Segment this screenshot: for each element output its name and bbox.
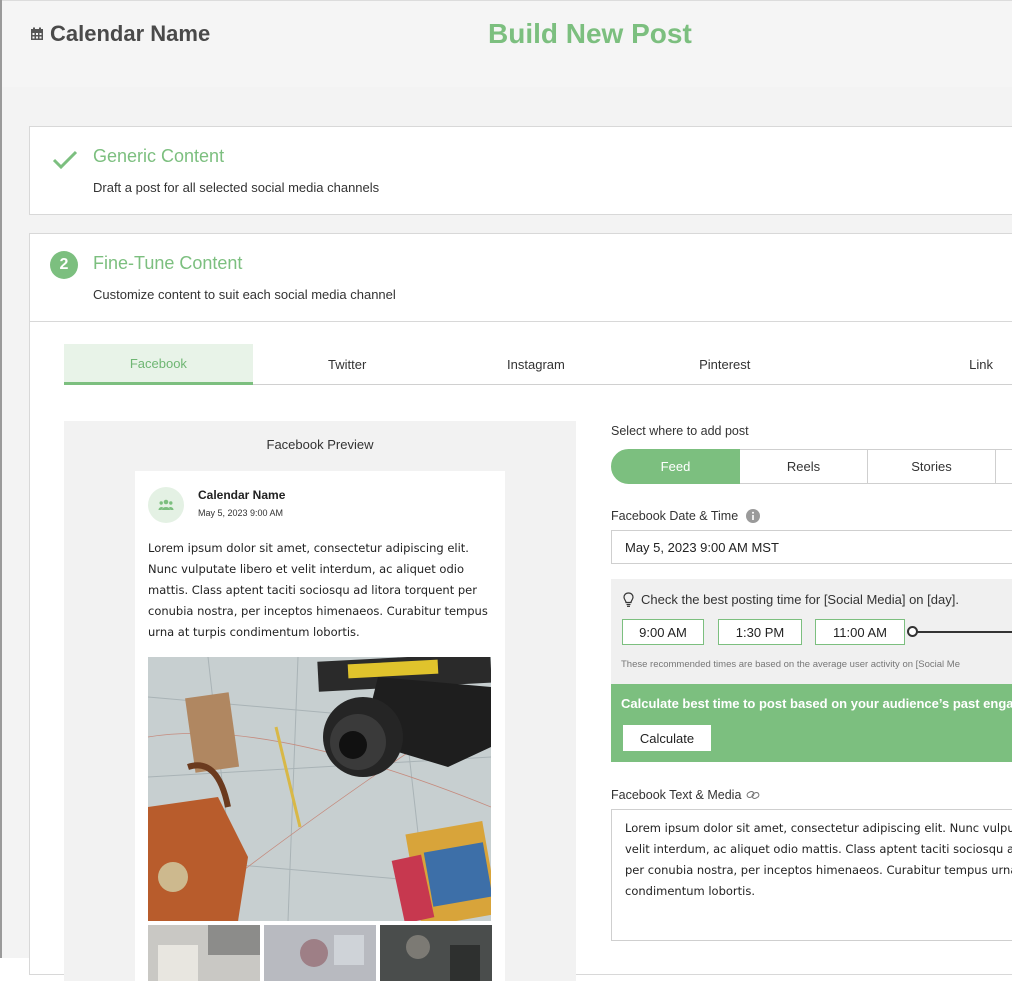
time-chip[interactable]: 9:00 AM	[622, 619, 704, 645]
datetime-label: Facebook Date & Time	[611, 509, 739, 523]
placement-reels-button[interactable]: Reels	[740, 449, 868, 484]
post-date: May 5, 2023 9:00 AM	[198, 508, 284, 518]
time-slider-track[interactable]	[911, 631, 1012, 633]
lightbulb-icon	[623, 592, 634, 607]
tab-twitter[interactable]: Twitter	[253, 344, 442, 384]
tab-linkedin[interactable]: Link	[819, 344, 1012, 384]
calendar-name: Calendar Name	[30, 21, 210, 47]
placement-feed-button[interactable]: Feed	[611, 449, 740, 484]
best-time-note: These recommended times are based on the…	[621, 659, 961, 670]
header-bar: Calendar Name Build New Post	[2, 0, 1012, 88]
tab-pinterest[interactable]: Pinterest	[630, 344, 819, 384]
step-description: Draft a post for all selected social med…	[93, 180, 380, 195]
time-chip[interactable]: 11:00 AM	[815, 619, 905, 645]
post-thumbnail	[264, 925, 376, 981]
time-chip[interactable]: 1:30 PM	[718, 619, 802, 645]
info-icon[interactable]	[746, 509, 761, 523]
best-time-panel: Check the best posting time for [Social …	[611, 579, 1012, 684]
placement-stories-button[interactable]: Stories	[868, 449, 996, 484]
calculate-button[interactable]: Calculate	[623, 725, 711, 751]
placement-selector: Feed Reels Stories	[611, 449, 1012, 484]
tab-facebook[interactable]: Facebook	[64, 344, 253, 385]
step-description: Customize content to suit each social me…	[93, 287, 396, 302]
checkmark-icon	[52, 150, 78, 170]
link-icon[interactable]	[746, 790, 760, 800]
best-time-question: Check the best posting time for [Social …	[641, 592, 959, 607]
post-body-text: Lorem ipsum dolor sit amet, consectetur …	[148, 541, 488, 639]
datetime-label-row: Facebook Date & Time	[611, 509, 761, 523]
step-number-badge: 2	[50, 251, 78, 279]
post-thumbnail	[380, 925, 492, 981]
text-line: Lorem ipsum dolor sit amet, consectetur …	[625, 821, 1012, 835]
post-thumbnail	[148, 925, 260, 981]
text-line: velit interdum, ac aliquet odio mattis. …	[625, 842, 1012, 856]
step-generic-content[interactable]: Generic Content Draft a post for all sel…	[29, 126, 1012, 215]
step-title: Generic Content	[93, 146, 225, 166]
calendar-icon	[31, 27, 43, 40]
step-title: Fine-Tune Content	[93, 253, 243, 273]
calculate-description: Calculate best time to post based on you…	[621, 696, 1012, 711]
text-line: condimentum lobortis.	[625, 884, 756, 898]
post-preview-card: Calendar Name May 5, 2023 9:00 AM Lorem …	[135, 471, 505, 981]
divider	[30, 321, 1012, 322]
channel-tabs: Facebook Twitter Instagram Pinterest Lin…	[64, 344, 1012, 385]
group-icon	[158, 499, 174, 510]
preview-title: Facebook Preview	[266, 437, 374, 452]
avatar	[148, 487, 184, 523]
post-main-photo	[148, 657, 491, 921]
time-slider-handle[interactable]	[907, 626, 918, 637]
post-author-name: Calendar Name	[198, 488, 286, 502]
text-media-textarea[interactable]: Lorem ipsum dolor sit amet, consectetur …	[611, 809, 1012, 941]
datetime-input[interactable]: May 5, 2023 9:00 AM MST	[611, 530, 1012, 564]
placement-label: Select where to add post	[611, 424, 749, 438]
calculate-panel: Calculate best time to post based on you…	[611, 684, 1012, 762]
best-time-question-row: Check the best posting time for [Social …	[623, 592, 959, 607]
calendar-name-text: Calendar Name	[50, 21, 211, 46]
facebook-preview-panel: Facebook Preview Calendar Name May 5, 20…	[64, 421, 576, 981]
text-line: per conubia nostra, per inceptos himenae…	[625, 863, 1012, 877]
text-media-label-row: Facebook Text & Media	[611, 788, 760, 802]
placement-more-button[interactable]	[996, 449, 1012, 484]
tab-instagram[interactable]: Instagram	[442, 344, 631, 384]
text-media-label: Facebook Text & Media	[611, 788, 742, 802]
page-title: Build New Post	[488, 18, 692, 49]
